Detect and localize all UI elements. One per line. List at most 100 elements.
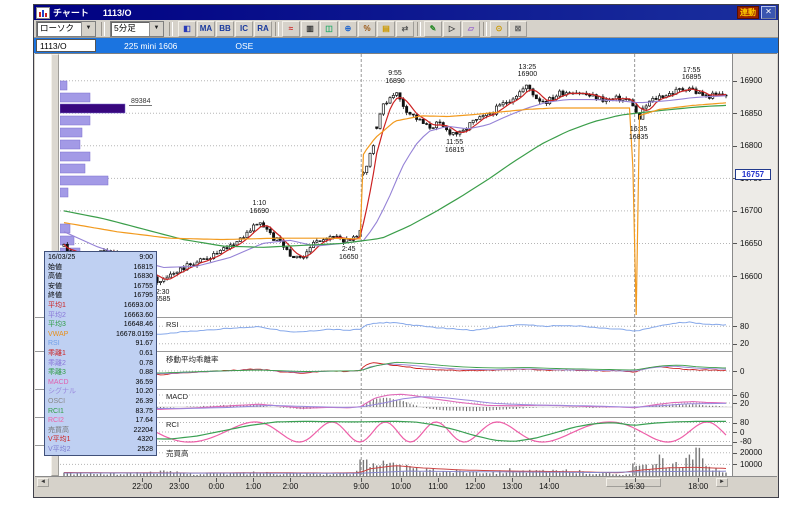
current-price-badge: 16757: [735, 168, 771, 180]
zoom-in-icon[interactable]: ⊙: [490, 20, 508, 37]
data-panel-row-label: 16/03/25: [48, 254, 76, 261]
pointer-icon[interactable]: ▷: [443, 20, 461, 37]
annotation-time: 13:25: [518, 63, 537, 71]
title-bar[interactable]: チャート 1113/O 連動 ✕: [34, 5, 778, 20]
candlestick-icon[interactable]: ◫: [320, 20, 338, 37]
bb-settings-icon[interactable]: BB: [216, 20, 234, 37]
time-axis-label: 22:00: [132, 482, 153, 491]
annotation-time: 17:55: [682, 66, 701, 74]
price-annotation: 11:55 16815: [445, 139, 464, 154]
toolbar: ローソク ▼ 5分足 ▼ ◧ MA BB IC RA ≈ ▥ ◫ ⊕% ▤ ⇄ ✎ ▷ ▱ ⊙ ⊠: [34, 20, 778, 38]
percent-icon[interactable]: %: [358, 20, 376, 37]
data-panel-row-value: 0.61: [139, 349, 153, 357]
chevron-down-icon[interactable]: ▼: [81, 21, 95, 36]
data-panel-row-label: VWAP: [48, 330, 69, 338]
zoom-chart-icon[interactable]: ⊕: [339, 20, 357, 37]
time-axis-label: 12:00: [465, 482, 486, 491]
time-axis-label: 18:00: [688, 482, 709, 491]
price-tick: [733, 243, 737, 245]
data-panel-row: 始値 16815: [45, 263, 156, 273]
data-panel-row-label: RCI1: [48, 407, 64, 415]
price-axis-label: 16900: [740, 76, 763, 86]
window-title-app: チャート: [53, 8, 89, 18]
toolbar-separator: [483, 21, 487, 36]
annotation-time: 2:45: [341, 246, 356, 254]
data-panel-row-value: 16830: [133, 273, 153, 281]
data-panel-row-value: 2528: [137, 445, 153, 453]
price-axis-label: 16700: [740, 206, 763, 216]
indicator-tick: [733, 464, 737, 466]
volume-chart-icon[interactable]: ▤: [377, 20, 395, 37]
data-panel-row-label: 乖離1: [48, 349, 66, 357]
data-panel-row-value: 26.39: [135, 397, 153, 405]
chart-type-icon[interactable]: ◧: [178, 20, 196, 37]
linked-mode-badge[interactable]: 連動: [737, 6, 759, 19]
bar-chart-icon[interactable]: ▥: [301, 20, 319, 37]
zoom-reset-icon[interactable]: ⊠: [509, 20, 527, 37]
data-panel-row: 平均1 16693.00: [45, 301, 156, 311]
eraser-icon[interactable]: ▱: [462, 20, 480, 37]
data-panel-row-label: 乖離2: [48, 359, 66, 367]
indicator-axis-label: 20: [740, 398, 749, 408]
indicator-axis-label: -80: [740, 437, 752, 446]
scroll-right-icon[interactable]: ►: [716, 478, 728, 487]
data-panel-row-label: 売買高: [48, 426, 69, 434]
close-icon[interactable]: ✕: [761, 6, 776, 19]
data-panel-row-value: 17.64: [135, 417, 153, 425]
indicator-tick: [733, 452, 737, 454]
data-panel-row-label: V平均1: [48, 436, 71, 444]
data-panel-row-value: 16693.00: [123, 301, 153, 309]
price-axis[interactable]: 16757 1690016850168001675016700166501660…: [732, 54, 777, 476]
price-annotation: 9:55 16890: [385, 70, 404, 85]
data-panel-row: シグナル 10.20: [45, 387, 156, 397]
price-tick: [733, 80, 737, 82]
time-axis-label: 1:00: [245, 482, 262, 491]
toolbar-separator: [417, 21, 421, 36]
rsi-pane[interactable]: RSI: [60, 319, 732, 351]
data-panel-row-value: 91.67: [135, 340, 153, 348]
volume-profile-peak-label: 89384: [129, 98, 153, 106]
data-panel-row-label: 安値: [48, 282, 62, 290]
rsi-pane-label: RSI: [165, 320, 180, 329]
deviation-settings-icon[interactable]: RA: [254, 20, 272, 37]
indicator-tick: [733, 371, 737, 372]
data-panel-row-value: 0.78: [139, 359, 153, 367]
time-axis[interactable]: ◄ ► 22:00 23:00 0:00 1:00 2:00 9:00 10:00 11:00…: [35, 476, 777, 496]
indicator-axis-label: 80: [740, 321, 749, 331]
data-panel-row-label: RSI: [48, 340, 60, 348]
data-panel-row-label: 平均3: [48, 321, 66, 329]
data-panel-row: MACD 36.59: [45, 378, 156, 388]
time-axis-label: 13:00: [502, 482, 523, 491]
ichimoku-settings-icon[interactable]: IC: [235, 20, 253, 37]
draw-line-icon[interactable]: ✎: [424, 20, 442, 37]
line-chart-icon[interactable]: ≈: [282, 20, 300, 37]
scroll-left-icon[interactable]: ◄: [37, 478, 49, 487]
data-panel-row-value: 16755: [133, 282, 153, 290]
ma-deviation-pane[interactable]: 移動平均乖離率: [60, 353, 732, 389]
data-panel-row-label: 終値: [48, 292, 62, 300]
chevron-down-icon[interactable]: ▼: [149, 21, 163, 36]
time-axis-label: 11:00: [428, 482, 448, 491]
volume-pane[interactable]: 売買高: [60, 447, 732, 476]
rci-pane-label: RCI: [165, 420, 180, 429]
indicator-axis-label: 80: [740, 418, 749, 427]
macd-pane-label: MACD: [165, 392, 190, 401]
data-panel-row-value: 16815: [133, 263, 153, 271]
symbol-tab[interactable]: 1113/O: [36, 39, 96, 52]
data-panel-row: 乖離1 0.61: [45, 349, 156, 359]
price-axis-label: 16850: [740, 108, 763, 118]
timeframe-select[interactable]: 5分足 ▼: [110, 20, 164, 37]
price-annotation: 16:35 16835: [629, 126, 648, 141]
window-title-code: 1113/O: [102, 7, 132, 18]
data-panel-row: 平均3 16648.46: [45, 320, 156, 330]
data-panel-row: OSCI 26.39: [45, 397, 156, 407]
chart-type-select[interactable]: ローソク ▼: [36, 20, 96, 37]
indicator-tick: [733, 422, 737, 424]
rci-pane[interactable]: RCI: [60, 419, 732, 445]
price-annotation: 2:45 16650: [339, 246, 358, 261]
indicator-axis-label: 20: [740, 339, 749, 349]
compare-icon[interactable]: ⇄: [396, 20, 414, 37]
main-price-pane[interactable]: 89384 9:55 16890 13:25 16900 17:55 16895 1:10 1…: [60, 54, 732, 317]
macd-pane[interactable]: MACD: [60, 391, 732, 417]
ma-settings-icon[interactable]: MA: [197, 20, 215, 37]
